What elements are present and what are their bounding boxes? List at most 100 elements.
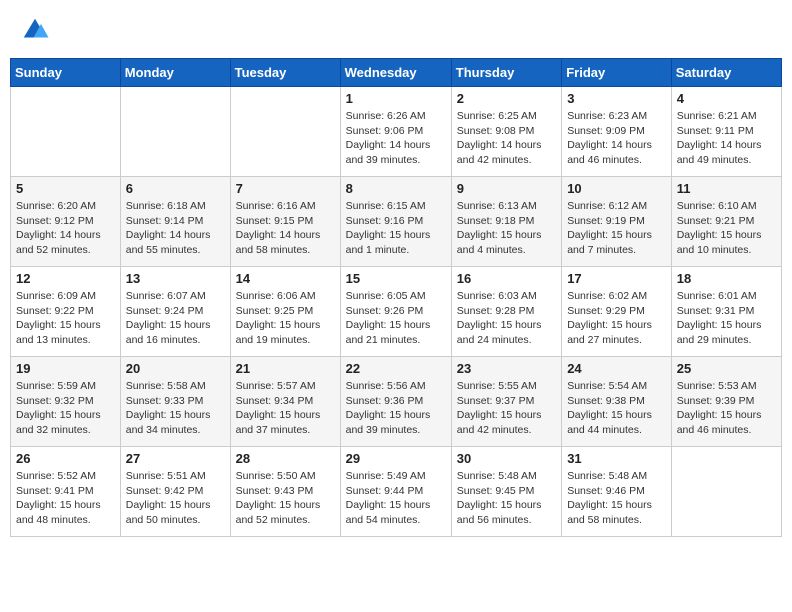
day-info: Sunrise: 6:23 AM Sunset: 9:09 PM Dayligh… <box>567 109 666 168</box>
day-info: Sunrise: 6:15 AM Sunset: 9:16 PM Dayligh… <box>346 199 446 258</box>
day-info: Sunrise: 6:16 AM Sunset: 9:15 PM Dayligh… <box>236 199 335 258</box>
day-number: 22 <box>346 361 446 376</box>
day-info: Sunrise: 6:21 AM Sunset: 9:11 PM Dayligh… <box>677 109 776 168</box>
day-number: 10 <box>567 181 666 196</box>
day-number: 29 <box>346 451 446 466</box>
day-info: Sunrise: 6:20 AM Sunset: 9:12 PM Dayligh… <box>16 199 115 258</box>
calendar-week-4: 19 Sunrise: 5:59 AM Sunset: 9:32 PM Dayli… <box>11 357 782 447</box>
calendar-cell: 18 Sunrise: 6:01 AM Sunset: 9:31 PM Dayli… <box>671 267 781 357</box>
day-info: Sunrise: 5:52 AM Sunset: 9:41 PM Dayligh… <box>16 469 115 528</box>
day-number: 3 <box>567 91 666 106</box>
day-info: Sunrise: 6:07 AM Sunset: 9:24 PM Dayligh… <box>126 289 225 348</box>
calendar-cell: 30 Sunrise: 5:48 AM Sunset: 9:45 PM Dayli… <box>451 447 561 537</box>
day-number: 31 <box>567 451 666 466</box>
calendar-cell: 27 Sunrise: 5:51 AM Sunset: 9:42 PM Dayli… <box>120 447 230 537</box>
day-info: Sunrise: 5:53 AM Sunset: 9:39 PM Dayligh… <box>677 379 776 438</box>
logo-icon <box>20 15 50 45</box>
calendar-cell <box>120 87 230 177</box>
calendar-cell: 28 Sunrise: 5:50 AM Sunset: 9:43 PM Dayli… <box>230 447 340 537</box>
day-info: Sunrise: 5:50 AM Sunset: 9:43 PM Dayligh… <box>236 469 335 528</box>
day-number: 6 <box>126 181 225 196</box>
day-info: Sunrise: 5:57 AM Sunset: 9:34 PM Dayligh… <box>236 379 335 438</box>
day-header-wednesday: Wednesday <box>340 59 451 87</box>
calendar-cell: 19 Sunrise: 5:59 AM Sunset: 9:32 PM Dayli… <box>11 357 121 447</box>
calendar-cell: 10 Sunrise: 6:12 AM Sunset: 9:19 PM Dayli… <box>562 177 672 267</box>
day-info: Sunrise: 6:09 AM Sunset: 9:22 PM Dayligh… <box>16 289 115 348</box>
day-info: Sunrise: 5:54 AM Sunset: 9:38 PM Dayligh… <box>567 379 666 438</box>
day-info: Sunrise: 5:48 AM Sunset: 9:45 PM Dayligh… <box>457 469 556 528</box>
day-info: Sunrise: 6:12 AM Sunset: 9:19 PM Dayligh… <box>567 199 666 258</box>
day-number: 20 <box>126 361 225 376</box>
calendar-cell: 25 Sunrise: 5:53 AM Sunset: 9:39 PM Dayli… <box>671 357 781 447</box>
day-number: 21 <box>236 361 335 376</box>
calendar-cell: 17 Sunrise: 6:02 AM Sunset: 9:29 PM Dayli… <box>562 267 672 357</box>
day-number: 28 <box>236 451 335 466</box>
day-info: Sunrise: 6:05 AM Sunset: 9:26 PM Dayligh… <box>346 289 446 348</box>
day-number: 13 <box>126 271 225 286</box>
day-info: Sunrise: 6:18 AM Sunset: 9:14 PM Dayligh… <box>126 199 225 258</box>
day-info: Sunrise: 6:02 AM Sunset: 9:29 PM Dayligh… <box>567 289 666 348</box>
day-number: 24 <box>567 361 666 376</box>
day-info: Sunrise: 5:59 AM Sunset: 9:32 PM Dayligh… <box>16 379 115 438</box>
calendar-cell: 2 Sunrise: 6:25 AM Sunset: 9:08 PM Daylig… <box>451 87 561 177</box>
day-number: 2 <box>457 91 556 106</box>
calendar-week-5: 26 Sunrise: 5:52 AM Sunset: 9:41 PM Dayli… <box>11 447 782 537</box>
day-number: 15 <box>346 271 446 286</box>
day-info: Sunrise: 5:55 AM Sunset: 9:37 PM Dayligh… <box>457 379 556 438</box>
day-info: Sunrise: 5:49 AM Sunset: 9:44 PM Dayligh… <box>346 469 446 528</box>
calendar-cell: 13 Sunrise: 6:07 AM Sunset: 9:24 PM Dayli… <box>120 267 230 357</box>
calendar-cell: 9Sunrise: 6:13 AM Sunset: 9:18 PM Daylig… <box>451 177 561 267</box>
day-number: 14 <box>236 271 335 286</box>
calendar-cell: 14 Sunrise: 6:06 AM Sunset: 9:25 PM Dayli… <box>230 267 340 357</box>
calendar-week-3: 12 Sunrise: 6:09 AM Sunset: 9:22 PM Dayli… <box>11 267 782 357</box>
day-number: 4 <box>677 91 776 106</box>
day-info: Sunrise: 6:10 AM Sunset: 9:21 PM Dayligh… <box>677 199 776 258</box>
day-info: Sunrise: 6:03 AM Sunset: 9:28 PM Dayligh… <box>457 289 556 348</box>
day-number: 18 <box>677 271 776 286</box>
day-number: 1 <box>346 91 446 106</box>
day-info: Sunrise: 6:01 AM Sunset: 9:31 PM Dayligh… <box>677 289 776 348</box>
day-header-friday: Friday <box>562 59 672 87</box>
day-number: 30 <box>457 451 556 466</box>
calendar-cell <box>11 87 121 177</box>
calendar-cell: 1 Sunrise: 6:26 AM Sunset: 9:06 PM Daylig… <box>340 87 451 177</box>
day-number: 27 <box>126 451 225 466</box>
calendar-cell <box>230 87 340 177</box>
page-header <box>10 10 782 50</box>
day-number: 26 <box>16 451 115 466</box>
day-number: 7 <box>236 181 335 196</box>
calendar-week-1: 1 Sunrise: 6:26 AM Sunset: 9:06 PM Daylig… <box>11 87 782 177</box>
logo <box>20 15 54 45</box>
day-info: Sunrise: 5:51 AM Sunset: 9:42 PM Dayligh… <box>126 469 225 528</box>
day-header-monday: Monday <box>120 59 230 87</box>
calendar-cell: 20 Sunrise: 5:58 AM Sunset: 9:33 PM Dayli… <box>120 357 230 447</box>
day-number: 19 <box>16 361 115 376</box>
calendar-cell: 12 Sunrise: 6:09 AM Sunset: 9:22 PM Dayli… <box>11 267 121 357</box>
day-header-tuesday: Tuesday <box>230 59 340 87</box>
calendar-cell: 5 Sunrise: 6:20 AM Sunset: 9:12 PM Daylig… <box>11 177 121 267</box>
day-info: Sunrise: 5:56 AM Sunset: 9:36 PM Dayligh… <box>346 379 446 438</box>
calendar-cell: 29 Sunrise: 5:49 AM Sunset: 9:44 PM Dayli… <box>340 447 451 537</box>
day-number: 11 <box>677 181 776 196</box>
calendar-cell: 8 Sunrise: 6:15 AM Sunset: 9:16 PM Daylig… <box>340 177 451 267</box>
calendar-header-row: SundayMondayTuesdayWednesdayThursdayFrid… <box>11 59 782 87</box>
calendar-cell: 11 Sunrise: 6:10 AM Sunset: 9:21 PM Dayli… <box>671 177 781 267</box>
day-number: 17 <box>567 271 666 286</box>
calendar-cell <box>671 447 781 537</box>
calendar-cell: 24 Sunrise: 5:54 AM Sunset: 9:38 PM Dayli… <box>562 357 672 447</box>
calendar-cell: 16Sunrise: 6:03 AM Sunset: 9:28 PM Dayli… <box>451 267 561 357</box>
day-info: Sunrise: 6:25 AM Sunset: 9:08 PM Dayligh… <box>457 109 556 168</box>
day-number: 25 <box>677 361 776 376</box>
calendar-cell: 7 Sunrise: 6:16 AM Sunset: 9:15 PM Daylig… <box>230 177 340 267</box>
day-header-saturday: Saturday <box>671 59 781 87</box>
day-info: Sunrise: 5:58 AM Sunset: 9:33 PM Dayligh… <box>126 379 225 438</box>
calendar-cell: 4 Sunrise: 6:21 AM Sunset: 9:11 PM Daylig… <box>671 87 781 177</box>
day-number: 12 <box>16 271 115 286</box>
day-info: Sunrise: 6:26 AM Sunset: 9:06 PM Dayligh… <box>346 109 446 168</box>
calendar-cell: 23 Sunrise: 5:55 AM Sunset: 9:37 PM Dayli… <box>451 357 561 447</box>
day-info: Sunrise: 5:48 AM Sunset: 9:46 PM Dayligh… <box>567 469 666 528</box>
day-number: 23 <box>457 361 556 376</box>
day-info: Sunrise: 6:06 AM Sunset: 9:25 PM Dayligh… <box>236 289 335 348</box>
day-number: 5 <box>16 181 115 196</box>
day-number: 8 <box>346 181 446 196</box>
